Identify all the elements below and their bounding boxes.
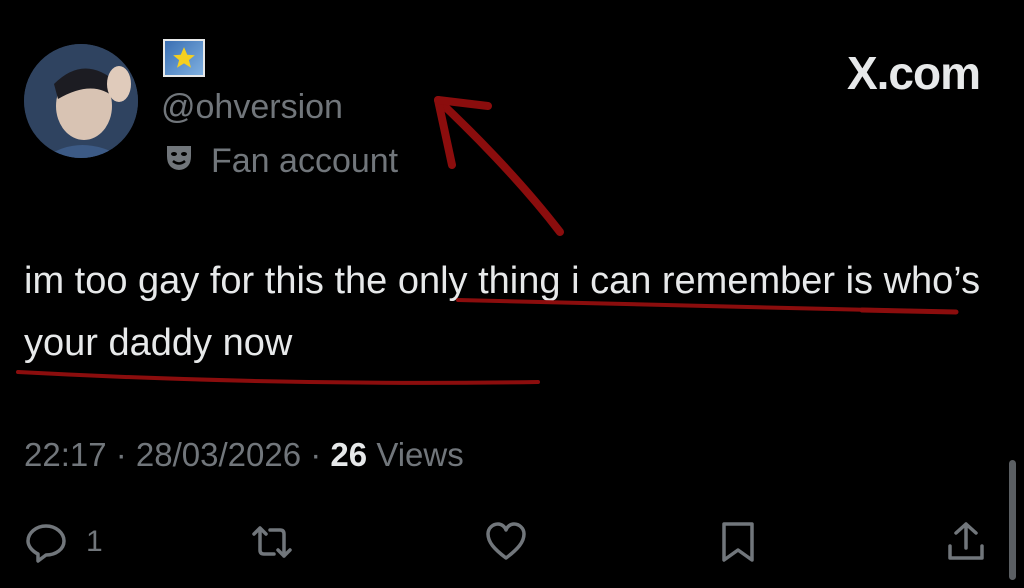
reply-count: 1 (86, 525, 103, 558)
theater-mask-icon (163, 141, 195, 182)
views-label: Views (376, 436, 464, 473)
repost-button[interactable] (250, 520, 294, 564)
share-button[interactable] (944, 520, 988, 564)
share-icon (948, 522, 984, 560)
views-count: 26 (330, 436, 368, 473)
post-date[interactable]: 28/03/2026 (136, 436, 301, 473)
post-metadata: 22:17 · 28/03/2026 · 26 Views (24, 436, 464, 473)
avatar[interactable] (24, 44, 138, 158)
post-text: im too gay for this the only thing i can… (24, 260, 981, 364)
heart-icon (486, 522, 526, 560)
bookmark-icon (722, 522, 754, 562)
account-label: Fan account (163, 141, 398, 182)
star-emoji-icon (163, 39, 205, 77)
bookmark-button[interactable] (716, 520, 760, 564)
user-handle[interactable]: @ohversion (161, 88, 343, 127)
reply-button[interactable]: 1 (24, 520, 103, 564)
repost-icon (252, 526, 292, 558)
reply-icon (26, 524, 66, 563)
like-button[interactable] (484, 520, 528, 564)
scrollbar[interactable] (1009, 460, 1016, 580)
post-time[interactable]: 22:17 (24, 436, 107, 473)
fan-account-label: Fan account (211, 142, 399, 180)
action-bar: 1 (0, 512, 1024, 582)
brand-watermark: X.com (846, 47, 981, 99)
